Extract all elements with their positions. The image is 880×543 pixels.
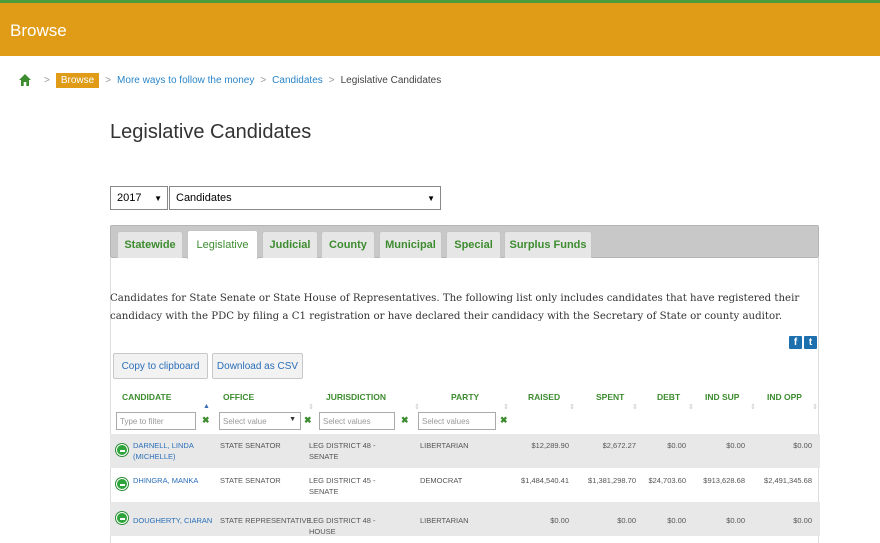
column-header-party[interactable]: PARTY [451,392,479,402]
column-header-spent[interactable]: SPENT [596,392,624,402]
office-cell: STATE SENATOR [220,476,281,485]
description-text: Candidates for State Senate or State Hou… [110,293,800,322]
office-cell: STATE REPRESENTATIVE [220,516,312,525]
raised-cell: $0.00 [550,516,569,525]
page-title: Legislative Candidates [110,121,312,143]
sort-icon[interactable]: ⇕ [632,403,638,411]
candidate-filter-input[interactable]: Type to filter [116,412,196,430]
debt-cell: $24,703.60 [648,476,686,485]
breadcrumb-current: Legislative Candidates [340,74,442,86]
breadcrumb-browse[interactable]: Browse [55,72,100,88]
tab-municipal[interactable]: Municipal [379,231,442,258]
tab-judicial[interactable]: Judicial [262,231,318,258]
clear-filter-icon[interactable]: ✖ [500,415,508,426]
expand-row-icon[interactable] [116,478,128,490]
tab-county[interactable]: County [321,231,375,258]
home-icon[interactable] [18,73,32,87]
clear-filter-icon[interactable]: ✖ [202,415,210,426]
party-cell: LIBERTARIAN [420,516,469,525]
breadcrumb-separator: > [44,74,50,86]
header-title: Browse [10,21,67,40]
column-header-jurisdiction[interactable]: JURISDICTION [326,392,386,402]
jurisdiction-cell: LEG DISTRICT 45 - SENATE [309,476,376,496]
ind-opp-cell: $0.00 [793,516,812,525]
jurisdiction-filter-select[interactable]: Select values [319,412,395,430]
expand-row-icon[interactable] [116,512,128,524]
clear-filter-icon[interactable]: ✖ [401,415,409,426]
office-filter-select[interactable]: Select value ▼ [219,412,301,430]
sort-icon[interactable]: ⇕ [750,403,756,411]
spent-cell: $2,672.27 [602,441,636,450]
ind-sup-cell: $0.00 [726,516,745,525]
candidate-name-link[interactable]: DARNELL, LINDA (MICHELLE) [133,440,194,462]
breadcrumb-separator: > [328,74,335,86]
download-csv-button[interactable]: Download as CSV [212,353,303,379]
sort-icon[interactable]: ⇕ [414,403,420,411]
raised-cell: $12,289.90 [531,441,569,450]
breadcrumb-candidates-link[interactable]: Candidates [272,75,323,86]
type-select[interactable]: Candidates ▼ [169,186,441,210]
tab-statewide[interactable]: Statewide [117,231,183,258]
sort-icon[interactable]: ⇕ [812,403,818,411]
page-header: Browse [0,3,880,56]
tab-bar: Statewide Legislative Judicial County Mu… [110,225,819,259]
jurisdiction-cell: LEG DISTRICT 48 - SENATE [309,441,376,461]
sort-icon[interactable]: ⇕ [688,403,694,411]
sort-icon[interactable]: ▲ [203,403,210,410]
tab-legislative[interactable]: Legislative [187,230,258,259]
facebook-icon[interactable]: f [789,336,802,349]
type-select-value: Candidates [176,192,232,204]
column-header-office[interactable]: OFFICE [223,392,254,402]
column-header-raised[interactable]: RAISED [528,392,560,402]
expand-row-icon[interactable] [116,444,128,456]
debt-cell: $0.00 [667,516,686,525]
spent-cell: $1,381,298.70 [588,476,636,485]
sort-icon[interactable]: ⇕ [569,403,575,411]
chevron-down-icon: ▼ [154,194,162,203]
table-row[interactable]: DHINGRA, MANKA STATE SENATOR LEG DISTRIC… [110,468,820,502]
ind-opp-cell: $0.00 [793,441,812,450]
party-cell: DEMOCRAT [420,476,463,485]
raised-cell: $1,484,540.41 [521,476,569,485]
column-header-ind-sup[interactable]: IND SUP [705,392,739,402]
party-cell: LIBERTARIAN [420,441,469,450]
breadcrumb: > Browse > More ways to follow the money… [18,71,441,89]
year-select-value: 2017 [117,192,142,204]
ind-opp-cell: $2,491,345.68 [764,476,812,485]
year-select[interactable]: 2017 ▼ [110,186,168,210]
party-filter-select[interactable]: Select values [418,412,496,430]
tab-special[interactable]: Special [446,231,501,258]
twitter-icon[interactable]: t [804,336,817,349]
column-header-debt[interactable]: DEBT [657,392,680,402]
clear-filter-icon[interactable]: ✖ [304,415,312,426]
copy-to-clipboard-button[interactable]: Copy to clipboard [113,353,208,379]
table-row[interactable]: DOUGHERTY, CIARAN STATE REPRESENTATIVE L… [110,502,820,536]
chevron-down-icon: ▼ [427,194,435,203]
tab-surplus-funds[interactable]: Surplus Funds [504,231,592,258]
column-header-ind-opp[interactable]: IND OPP [767,392,802,402]
breadcrumb-more-ways-link[interactable]: More ways to follow the money [117,75,254,86]
sort-icon[interactable]: ⇕ [503,403,509,411]
candidate-name-link[interactable]: DOUGHERTY, CIARAN [133,515,212,526]
column-header-candidate[interactable]: CANDIDATE [122,392,171,402]
ind-sup-cell: $913,628.68 [703,476,745,485]
chevron-down-icon: ▼ [289,416,296,423]
table-row[interactable]: DARNELL, LINDA (MICHELLE) STATE SENATOR L… [110,434,820,468]
ind-sup-cell: $0.00 [726,441,745,450]
office-cell: STATE SENATOR [220,441,281,450]
candidate-name-link[interactable]: DHINGRA, MANKA [133,475,198,486]
debt-cell: $0.00 [667,441,686,450]
spent-cell: $0.00 [617,516,636,525]
sort-icon[interactable]: ⇕ [308,403,314,411]
office-filter-placeholder: Select value [223,416,267,426]
breadcrumb-separator: > [260,74,267,86]
breadcrumb-separator: > [105,74,112,86]
jurisdiction-cell: LEG DISTRICT 48 - HOUSE [309,516,376,536]
